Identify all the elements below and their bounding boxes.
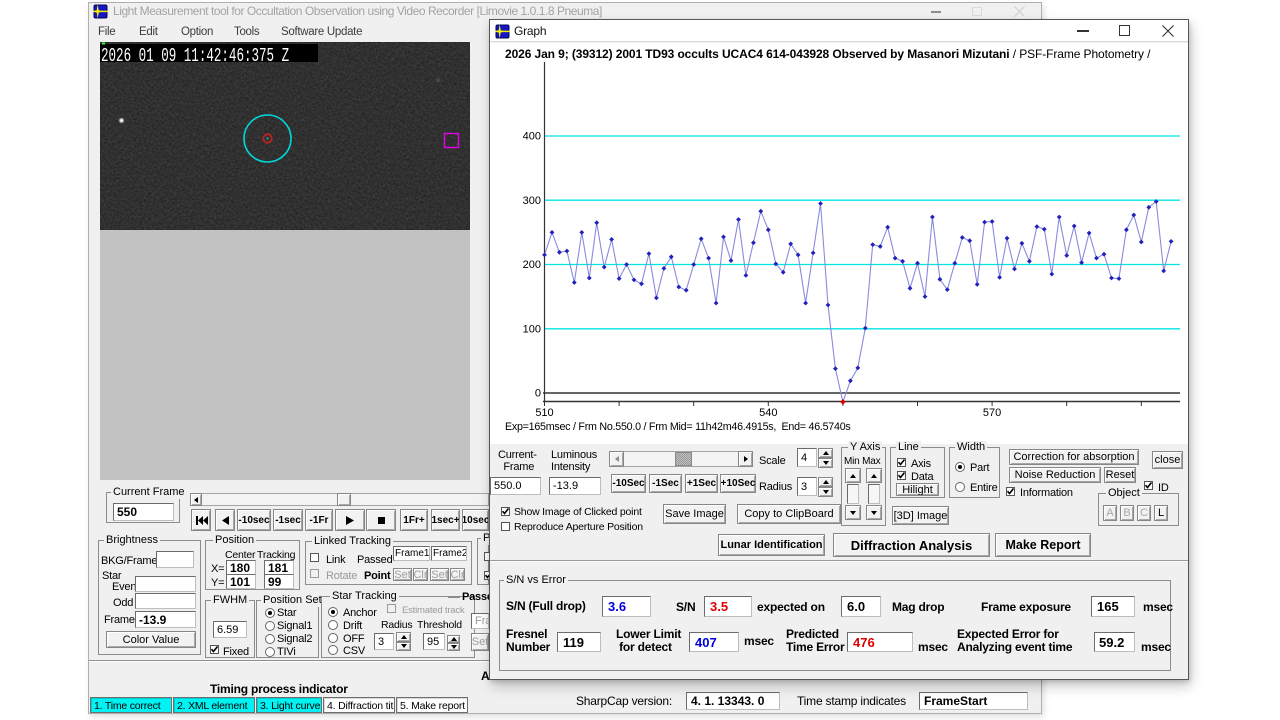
svg-text:400: 400 xyxy=(523,131,541,143)
svg-text:570: 570 xyxy=(983,407,1001,419)
svg-text:510: 510 xyxy=(535,407,553,419)
svg-text:540: 540 xyxy=(759,407,777,419)
svg-text:100: 100 xyxy=(523,323,541,335)
svg-text:200: 200 xyxy=(523,259,541,271)
svg-text:0: 0 xyxy=(535,388,541,400)
svg-text:300: 300 xyxy=(523,195,541,207)
